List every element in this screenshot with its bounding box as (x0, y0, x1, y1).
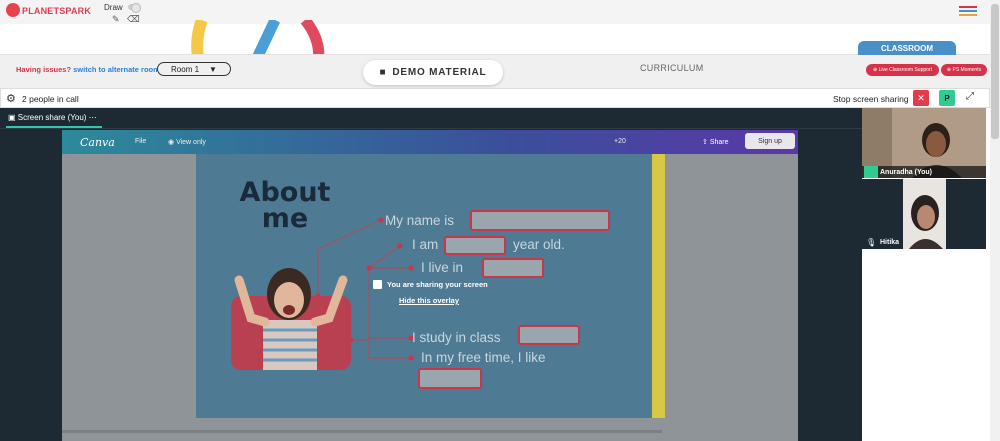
more-options-icon[interactable]: ⋯ (89, 113, 97, 122)
share-tab-bar (0, 108, 862, 129)
slide-text-name: My name is (385, 213, 455, 228)
canva-share-button[interactable]: ⇪ Share (702, 138, 729, 146)
alternate-room-link[interactable]: switch to alternate room (73, 65, 160, 74)
close-icon: ✕ (917, 92, 925, 103)
caret-down-icon: ▼ (209, 64, 217, 74)
screen-share-tab[interactable]: ▣ Screen share (You) ⋯ (8, 113, 97, 122)
blank-free-time-field (418, 368, 482, 389)
canva-view-only-label: View only (176, 139, 206, 146)
screen-share-tab-label: Screen share (You) (17, 113, 87, 122)
scrollbar-thumb[interactable] (991, 4, 999, 139)
sharing-overlay-message: You are sharing your screen (387, 280, 488, 289)
people-count: 2 people in call (22, 94, 79, 104)
canva-signup-button[interactable]: Sign up (745, 133, 795, 149)
slide-text-age-prefix: I am (412, 237, 439, 252)
participant-name-hitika: Hitika (880, 238, 900, 246)
issue-prompt: Having issues? (16, 65, 72, 74)
eye-icon: ◉ (168, 139, 175, 146)
blank-live-field (482, 258, 544, 278)
screen-icon: ▣ (8, 113, 16, 122)
draw-label: Draw (104, 3, 123, 12)
slide-text-study: I study in class (412, 330, 501, 345)
room-select-value: Room 1 (171, 64, 200, 74)
girl-photo (231, 268, 351, 370)
slide-text-age-suffix: year old. (513, 237, 565, 252)
blank-name-field (470, 210, 610, 231)
room-issue-text: Having issues? switch to alternate room (16, 65, 160, 74)
canva-collaborator-count: +20 (614, 138, 626, 145)
ps-moments-button[interactable]: ⊕ PS Moments (941, 64, 987, 76)
stop-sharing-label: Stop screen sharing (833, 94, 909, 104)
canva-file-menu[interactable]: File (135, 138, 146, 145)
share-screen-icon (373, 280, 382, 289)
tab-classroom[interactable]: CLASSROOM (858, 41, 956, 55)
live-support-label: Live Classroom Support (878, 67, 932, 73)
share-icon: ⇪ (702, 139, 708, 146)
draw-toggle[interactable] (128, 3, 141, 13)
hide-overlay-link[interactable]: Hide this overlay (399, 296, 459, 305)
participant-video-hitika (903, 179, 946, 249)
ps-moments-label: PS Moments (952, 67, 982, 73)
slide-text-live: I live in (421, 260, 464, 275)
slide-accent-stripe (652, 154, 665, 418)
mic-icon[interactable] (864, 166, 878, 178)
canva-view-only: ◉ View only (168, 138, 206, 146)
slide-text-free-time: In my free time, I like (421, 350, 546, 365)
fullscreen-icon[interactable]: ⤢ (966, 91, 974, 102)
active-tab-indicator (6, 126, 102, 128)
stop-sharing-button[interactable]: ✕ (913, 90, 929, 106)
room-select[interactable]: Room 1 ▼ (157, 62, 231, 76)
planetspark-logo-icon (6, 3, 20, 17)
tab-demo-material[interactable]: ■ DEMO MATERIAL (363, 60, 503, 85)
tab-demo-label: DEMO MATERIAL (392, 67, 487, 78)
canva-bottom-bar (62, 430, 662, 433)
tab-curriculum[interactable]: CURRICULUM (640, 63, 704, 73)
blank-class-field (518, 325, 580, 345)
eraser-icon[interactable]: ⌫ (127, 14, 140, 25)
live-classroom-support-button[interactable]: ⊕ Live Classroom Support (866, 64, 939, 76)
hamburger-menu-icon[interactable] (959, 6, 977, 17)
folder-icon: ■ (379, 67, 387, 78)
blank-age-field (444, 236, 506, 255)
pencil-icon[interactable]: ✎ (112, 14, 120, 25)
canva-logo: Canva (80, 136, 115, 149)
participant-name-anuradha: Anuradha (You) (862, 166, 986, 178)
gear-icon[interactable]: ⚙ (6, 92, 16, 105)
top-bar (0, 0, 1000, 24)
brand-logo-text: PLANETSPARK (22, 6, 92, 16)
p-button[interactable]: P (939, 90, 955, 106)
canva-share-label: Share (709, 139, 729, 146)
